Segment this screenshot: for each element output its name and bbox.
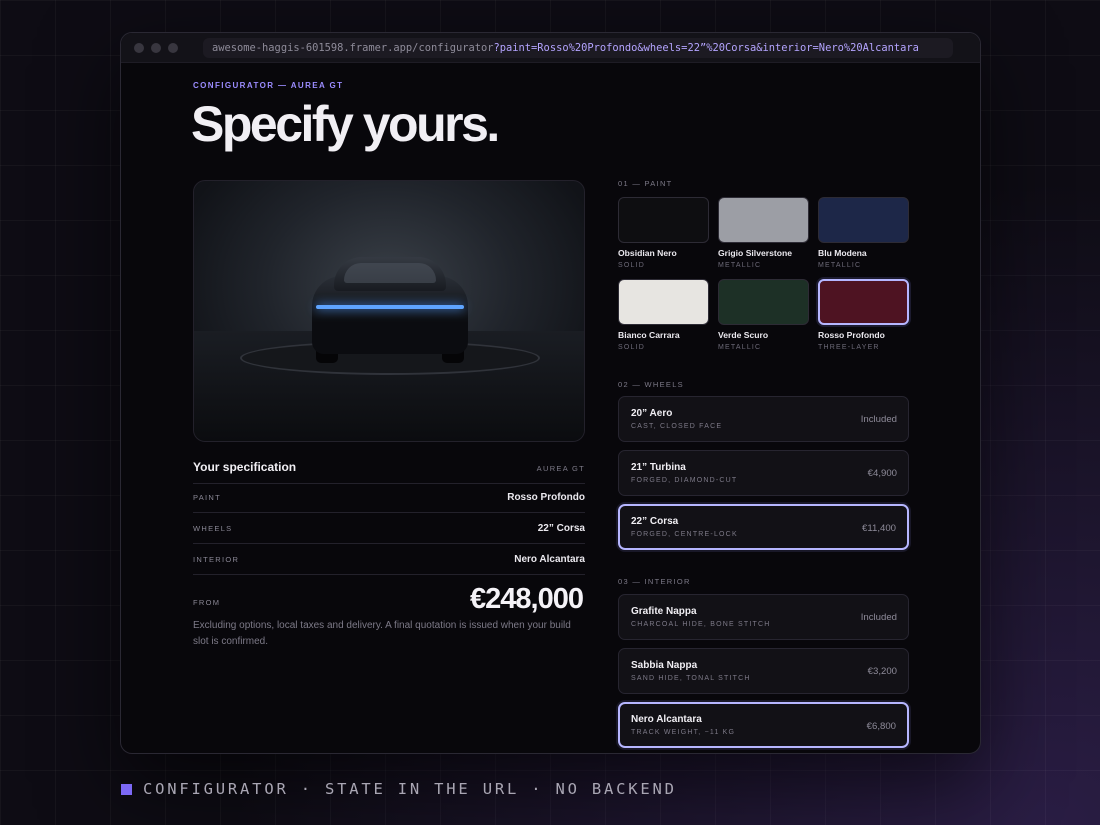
paint-swatch-grigio-silverstone[interactable] [718, 197, 809, 243]
spec-value: Nero Alcantara [514, 553, 585, 565]
option-name: Nero Alcantara [631, 714, 702, 725]
wheels-section-label: 02 — WHEELS [618, 380, 684, 389]
option-price: Included [860, 414, 897, 425]
swatch-name: Rosso Profondo [818, 330, 885, 340]
option-desc: CHARCOAL HIDE, BONE STITCH [631, 621, 771, 628]
swatch-finish: THREE-LAYER [818, 344, 880, 351]
spec-title: Your specification [193, 460, 297, 474]
paint-section-label: 01 — PAINT [618, 179, 673, 188]
option-name: 21” Turbina [631, 462, 686, 473]
swatch-finish: METALLIC [818, 262, 862, 269]
option-price: Included [860, 612, 897, 623]
maximize-window-dot[interactable] [168, 42, 178, 53]
swatch-finish: METALLIC [718, 344, 762, 351]
spec-model: AUREA GT [536, 464, 585, 473]
option-desc: CAST, CLOSED FACE [631, 423, 723, 430]
interior-section-label: 03 — INTERIOR [618, 577, 691, 586]
interior-option-nero-alcantara[interactable]: Nero Alcantara TRACK WEIGHT, −11 KG €6,8… [618, 702, 909, 748]
page-eyebrow: CONFIGURATOR — AUREA GT [193, 81, 344, 90]
interior-option-grafite-nappa[interactable]: Grafite Nappa CHARCOAL HIDE, BONE STITCH… [618, 594, 909, 640]
option-price: €3,200 [867, 666, 897, 677]
option-price: €11,400 [862, 523, 896, 534]
paint-swatch-rosso-profondo[interactable] [818, 279, 909, 325]
spec-label: INTERIOR [193, 554, 240, 564]
page-title: Specify yours. [191, 96, 500, 152]
spec-row-wheels: WHEELS 22” Corsa [193, 513, 585, 544]
spec-row-paint: PAINT Rosso Profondo [193, 482, 585, 513]
browser-chrome: awesome-haggis-601598.framer.app/configu… [121, 33, 980, 63]
swatch-finish: METALLIC [718, 262, 762, 269]
spec-value: Rosso Profondo [507, 491, 585, 503]
price-from-label: FROM [193, 598, 221, 607]
option-desc: TRACK WEIGHT, −11 KG [631, 729, 736, 736]
option-name: Sabbia Nappa [631, 660, 698, 671]
browser-window: awesome-haggis-601598.framer.app/configu… [120, 32, 981, 754]
swatch-name: Verde Scuro [718, 330, 769, 340]
paint-swatch-verde-scuro[interactable] [718, 279, 809, 325]
option-price: €6,800 [866, 721, 896, 732]
wheel-option-20-aero[interactable]: 20” Aero CAST, CLOSED FACE Included [618, 396, 909, 442]
price-disclaimer: Excluding options, local taxes and deliv… [193, 620, 571, 647]
option-name: 22” Corsa [631, 516, 679, 527]
spec-row-interior: INTERIOR Nero Alcantara [193, 544, 585, 575]
footer-caption: CONFIGURATOR · STATE IN THE URL · NO BAC… [121, 780, 677, 798]
swatch-finish: SOLID [618, 344, 646, 351]
car-light-bar [316, 305, 464, 309]
swatch-name: Blu Modena [818, 248, 867, 258]
car-rear-window [344, 263, 436, 283]
wheel-option-21-turbina[interactable]: 21” Turbina FORGED, DIAMOND-CUT €4,900 [618, 450, 909, 496]
option-price: €4,900 [867, 468, 897, 479]
paint-swatch-blu-modena[interactable] [818, 197, 909, 243]
caption-square-icon [121, 783, 132, 795]
swatch-name: Bianco Carrara [618, 330, 680, 340]
spec-label: WHEELS [193, 523, 233, 533]
interior-option-sabbia-nappa[interactable]: Sabbia Nappa SAND HIDE, TONAL STITCH €3,… [618, 648, 909, 694]
swatch-name: Obsidian Nero [618, 248, 677, 258]
option-desc: FORGED, DIAMOND-CUT [631, 477, 738, 484]
spec-label: PAINT [193, 492, 222, 502]
spec-header: Your specification AUREA GT [193, 460, 585, 484]
close-window-dot[interactable] [134, 42, 144, 53]
caption-text: CONFIGURATOR · STATE IN THE URL · NO BAC… [143, 780, 677, 798]
url-query: ?paint=Rosso%20Profondo&wheels=22”%20Cor… [493, 41, 919, 54]
option-desc: FORGED, CENTRE-LOCK [631, 531, 738, 538]
swatch-finish: SOLID [618, 262, 646, 269]
paint-swatch-obsidian-nero[interactable] [618, 197, 709, 243]
option-name: Grafite Nappa [631, 606, 697, 617]
option-desc: SAND HIDE, TONAL STITCH [631, 675, 751, 682]
car-hero-image [193, 180, 585, 442]
spec-value: 22” Corsa [537, 522, 585, 534]
total-price: €248,000 [470, 583, 584, 615]
paint-swatch-bianco-carrara[interactable] [618, 279, 709, 325]
option-name: 20” Aero [631, 408, 673, 419]
minimize-window-dot[interactable] [151, 42, 161, 53]
wheel-option-22-corsa[interactable]: 22” Corsa FORGED, CENTRE-LOCK €11,400 [618, 504, 909, 550]
url-host: awesome-haggis-601598.framer.app/configu… [212, 41, 494, 54]
address-bar[interactable]: awesome-haggis-601598.framer.app/configu… [203, 37, 953, 58]
swatch-name: Grigio Silverstone [718, 248, 793, 258]
